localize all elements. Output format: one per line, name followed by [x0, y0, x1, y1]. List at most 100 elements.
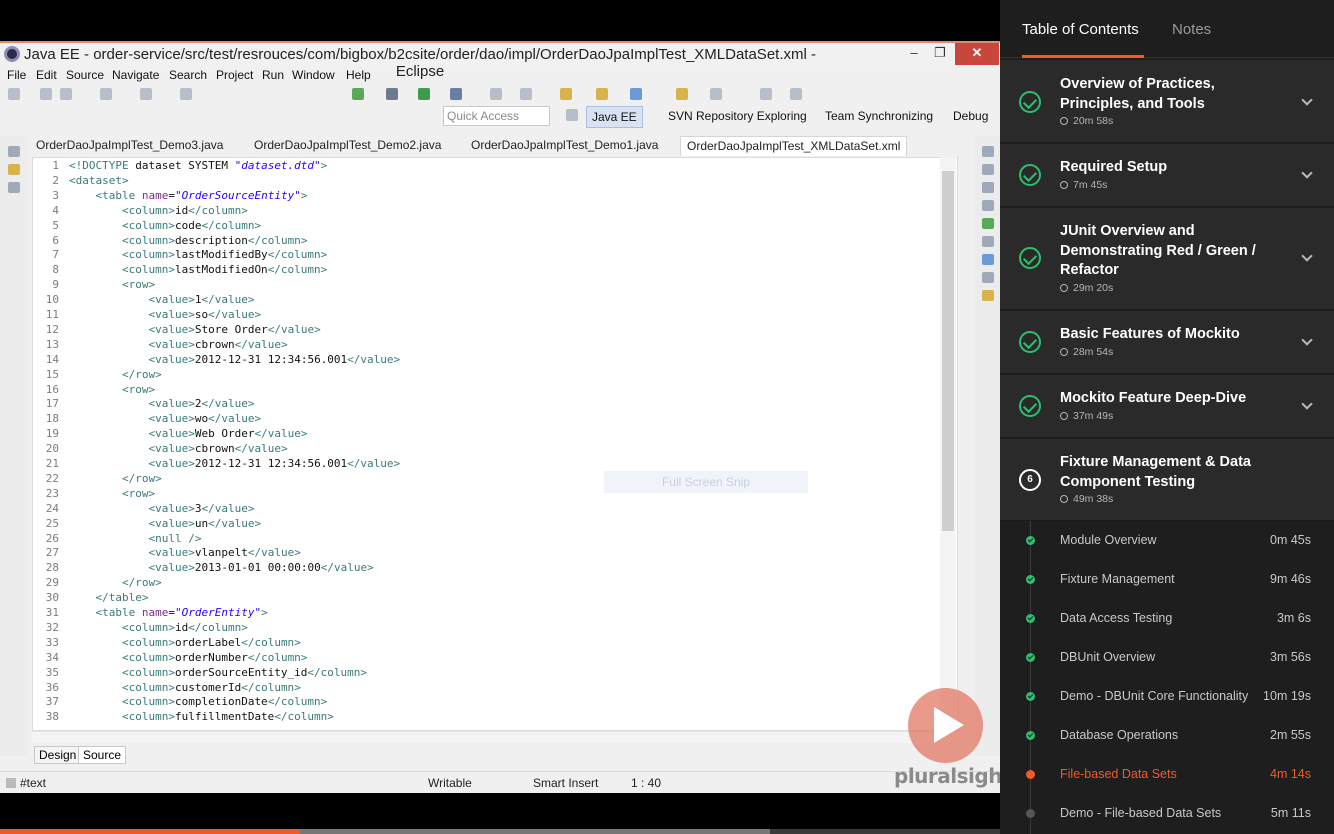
menu-help[interactable]: Help: [346, 68, 371, 82]
clip-item[interactable]: Fixture Management 9m 46s: [1000, 560, 1334, 599]
completed-check-icon: [1026, 692, 1035, 701]
minimize-button[interactable]: –: [900, 43, 928, 65]
module-item[interactable]: Basic Features of Mockito 28m 54s: [1000, 311, 1334, 374]
perspective-svn[interactable]: SVN Repository Exploring: [668, 109, 807, 123]
tab-table-of-contents[interactable]: Table of Contents: [1022, 21, 1139, 38]
clock-icon: [1060, 284, 1068, 292]
right-trim: [975, 136, 1000, 756]
tool-icon[interactable]: [180, 88, 192, 100]
tab-notes[interactable]: Notes: [1172, 21, 1211, 38]
module-item[interactable]: Mockito Feature Deep-Dive 37m 49s: [1000, 375, 1334, 438]
perspective-debug[interactable]: Debug: [953, 109, 988, 123]
code-editor[interactable]: 1 <!DOCTYPE dataset SYSTEM "dataset.dtd">…: [32, 157, 958, 731]
chevron-down-icon[interactable]: [1301, 334, 1313, 346]
save-all-icon[interactable]: [60, 88, 72, 100]
perspective-team-sync[interactable]: Team Synchronizing: [825, 109, 933, 123]
module-item[interactable]: Required Setup 7m 45s: [1000, 144, 1334, 207]
view-icon[interactable]: [982, 218, 994, 229]
module-item[interactable]: Overview of Practices, Principles, and T…: [1000, 60, 1334, 143]
console-icon[interactable]: [982, 254, 994, 265]
outline-icon[interactable]: [8, 182, 20, 193]
tab-design[interactable]: Design: [34, 746, 82, 764]
new-icon[interactable]: [8, 88, 20, 100]
close-button[interactable]: ✕: [955, 43, 999, 65]
run-icon[interactable]: [418, 88, 430, 100]
chevron-down-icon[interactable]: [1301, 94, 1313, 106]
print-icon[interactable]: [100, 88, 112, 100]
clip-duration: 3m 56s: [1270, 650, 1311, 664]
scroll-thumb[interactable]: [942, 171, 954, 531]
view-icon[interactable]: [982, 164, 994, 175]
clip-item[interactable]: Data Access Testing 3m 6s: [1000, 599, 1334, 638]
clip-duration: 2m 55s: [1270, 728, 1311, 742]
settings-icon[interactable]: [386, 88, 398, 100]
clip-item[interactable]: DBUnit Overview 3m 56s: [1000, 638, 1334, 677]
line-text: <column>lastModifiedBy</column>: [121, 248, 328, 262]
external-tools-icon[interactable]: [450, 88, 462, 100]
clip-item-current[interactable]: File-based Data Sets 4m 14s: [1000, 755, 1334, 794]
menu-edit[interactable]: Edit: [36, 68, 57, 82]
tab-source[interactable]: Source: [78, 746, 127, 764]
maximize-button[interactable]: ❐: [926, 43, 954, 65]
menu-navigate[interactable]: Navigate: [112, 68, 159, 82]
annotation-icon[interactable]: [676, 88, 688, 100]
horizontal-scrollbar[interactable]: [32, 731, 938, 743]
play-button[interactable]: [908, 688, 983, 763]
forward-icon[interactable]: [790, 88, 802, 100]
chevron-down-icon[interactable]: [1301, 250, 1313, 262]
tool-icon[interactable]: [630, 88, 642, 100]
restore-icon[interactable]: [982, 146, 994, 157]
menu-run[interactable]: Run: [262, 68, 284, 82]
tool-icon[interactable]: [490, 88, 502, 100]
debug-icon[interactable]: [352, 88, 364, 100]
chevron-down-icon[interactable]: [1301, 398, 1313, 410]
video-player[interactable]: Java EE - order-service/src/test/resrouc…: [0, 0, 1012, 834]
line-text: <value>vlanpelt</value>: [148, 546, 301, 560]
chevron-down-icon[interactable]: [1301, 167, 1313, 179]
junit-icon[interactable]: [982, 272, 994, 283]
clip-item[interactable]: Module Overview 0m 45s: [1000, 521, 1334, 560]
video-progress-bar[interactable]: [0, 829, 1000, 834]
tool-icon[interactable]: [520, 88, 532, 100]
tool-icon[interactable]: [140, 88, 152, 100]
menu-window[interactable]: Window: [292, 68, 335, 82]
open-perspective-icon[interactable]: [566, 109, 578, 121]
line-number: 18: [45, 412, 59, 426]
tab-xml-dataset[interactable]: OrderDaoJpaImplTest_XMLDataSet.xml: [680, 136, 908, 156]
view-icon[interactable]: [982, 290, 994, 301]
completed-check-icon: [1019, 91, 1041, 113]
clip-item[interactable]: Demo - File-based Data Sets 5m 11s: [1000, 794, 1334, 833]
clip-item[interactable]: Database Operations 2m 55s: [1000, 716, 1334, 755]
open-type-icon[interactable]: [560, 88, 572, 100]
line-text: <value>Web Order</value>: [148, 427, 308, 441]
clip-item[interactable]: Demo - DBUnit Core Functionality 10m 19s: [1000, 677, 1334, 716]
clip-title: Data Access Testing: [1060, 611, 1173, 625]
restore-icon[interactable]: [8, 146, 20, 157]
menu-project[interactable]: Project: [216, 68, 253, 82]
tab-demo1[interactable]: OrderDaoJpaImplTest_Demo1.java: [471, 138, 658, 152]
tab-demo2[interactable]: OrderDaoJpaImplTest_Demo2.java: [254, 138, 441, 152]
view-icon[interactable]: [982, 200, 994, 211]
perspective-java-ee[interactable]: Java EE: [586, 106, 643, 128]
search-icon[interactable]: [596, 88, 608, 100]
tool-icon[interactable]: [710, 88, 722, 100]
line-number: 35: [45, 665, 59, 679]
tab-demo3[interactable]: OrderDaoJpaImplTest_Demo3.java: [36, 138, 223, 152]
package-explorer-icon[interactable]: [8, 164, 20, 175]
vertical-scrollbar[interactable]: [940, 157, 956, 731]
module-item[interactable]: JUnit Overview and Demonstrating Red / G…: [1000, 208, 1334, 310]
line-number: 13: [45, 337, 59, 351]
line-number: 6: [52, 233, 59, 247]
back-icon[interactable]: [760, 88, 772, 100]
view-icon[interactable]: [982, 182, 994, 193]
view-icon[interactable]: [982, 236, 994, 247]
menu-source[interactable]: Source: [66, 68, 104, 82]
quick-access-input[interactable]: Quick Access: [443, 106, 550, 126]
save-icon[interactable]: [40, 88, 52, 100]
menu-file[interactable]: File: [7, 68, 26, 82]
line-text: <value>2012-12-31 12:34:56.001</value>: [148, 457, 401, 470]
pluralsight-logo: pluralsight: [894, 764, 1012, 788]
menu-search[interactable]: Search: [169, 68, 207, 82]
editor-mode-tabs: Design Source: [32, 743, 958, 765]
current-module[interactable]: 6 Fixture Management & Data Component Te…: [1000, 439, 1334, 521]
